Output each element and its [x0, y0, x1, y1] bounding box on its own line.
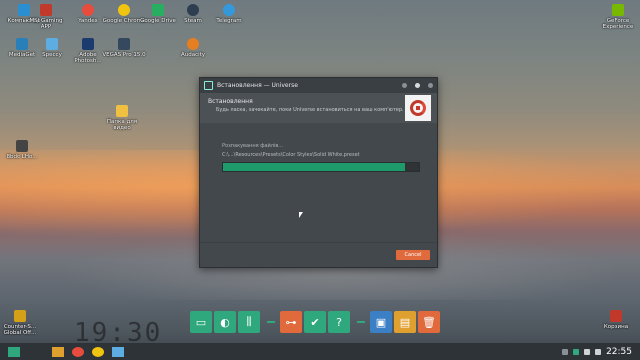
start-button[interactable] — [8, 346, 20, 357]
gamepad-icon: ⊶ — [285, 315, 297, 329]
desktop-icon-telegram[interactable]: Telegram — [207, 4, 251, 24]
close-button[interactable] — [428, 83, 433, 88]
dock-separator — [267, 321, 275, 323]
desktop-icon-video-folder[interactable]: Папка для видео — [100, 105, 144, 131]
folder-icon — [116, 105, 128, 117]
file-path-text: C:\...\Resources\Presets\Color Styles\So… — [222, 152, 360, 158]
tray-up-arrow-icon[interactable] — [562, 348, 569, 355]
yandex-icon — [82, 4, 94, 16]
desktop-icon-geforce[interactable]: GeForce Experience — [596, 4, 640, 30]
dock: ▭ ◐ ⫼ ⊶ ✔ ? ▣ ▤ 🗑 — [190, 309, 442, 335]
taskbar-chrome-button[interactable] — [92, 346, 104, 357]
monitor-icon: ▭ — [195, 315, 207, 329]
desktop-icon-msi[interactable]: MSI Gaming APP — [24, 4, 68, 30]
dock-trash-button[interactable]: 🗑 — [418, 311, 440, 333]
installer-body: Розпакування файлів... C:\...\Resources\… — [200, 123, 437, 172]
drive-icon — [152, 4, 164, 16]
help-icon: ? — [336, 315, 342, 329]
dock-sliders-button[interactable]: ⫼ — [238, 311, 260, 333]
desktop-icon-audacity[interactable]: Audacity — [171, 38, 215, 58]
dock-monitor-button[interactable]: ▭ — [190, 311, 212, 333]
maximize-button[interactable] — [415, 83, 420, 88]
footer-divider — [200, 242, 437, 243]
check-icon: ✔ — [310, 315, 320, 329]
progress-bar — [222, 162, 420, 172]
network-icon[interactable] — [573, 348, 580, 355]
sliders-icon: ⫼ — [246, 315, 252, 328]
dock-globe-button[interactable]: ◐ — [214, 311, 236, 333]
installer-header: Встановлення Будь ласка, зачекайте, поки… — [200, 93, 437, 123]
desktop-icon-recycle-bin[interactable]: Корзина — [594, 310, 638, 330]
installer-window[interactable]: Встановлення — Universe Встановлення Буд… — [199, 77, 438, 268]
dock-check-button[interactable]: ✔ — [304, 311, 326, 333]
window-title: Встановлення — Universe — [217, 82, 298, 89]
minimize-button[interactable] — [402, 83, 407, 88]
msi-icon — [40, 4, 52, 16]
geforce-icon — [612, 4, 624, 16]
steam-icon — [187, 4, 199, 16]
chrome-icon — [118, 4, 130, 16]
mediaget-icon — [16, 38, 28, 50]
taskbar-explorer-button[interactable] — [52, 346, 64, 357]
trash-icon: 🗑 — [422, 315, 436, 329]
dock-help-button[interactable]: ? — [328, 311, 350, 333]
folder-icon: ▤ — [399, 315, 411, 329]
recycle-bin-icon — [610, 310, 622, 322]
universe-logo — [405, 95, 431, 121]
speccy-icon — [46, 38, 58, 50]
header-subtitle: Будь ласка, зачекайте, поки Universe вст… — [216, 107, 404, 113]
header-title: Встановлення — [208, 98, 253, 105]
window-icon: ▣ — [375, 315, 387, 329]
dock-gamepad-button[interactable]: ⊶ — [280, 311, 302, 333]
vegas-icon — [118, 38, 130, 50]
dock-window-button[interactable]: ▣ — [370, 311, 392, 333]
cancel-button[interactable]: Cancel — [396, 250, 430, 260]
taskbar-clock[interactable]: 22:55 — [606, 347, 632, 357]
csgo-icon — [14, 310, 26, 322]
audacity-icon — [187, 38, 199, 50]
photoshop-icon — [82, 38, 94, 50]
volume-icon[interactable] — [584, 348, 591, 355]
status-text: Розпакування файлів... — [222, 143, 284, 149]
logo-ring-icon — [410, 100, 426, 116]
desktop-icon-csgo[interactable]: Counter-S... Global Off... — [0, 310, 42, 336]
desktop-icon-vegas[interactable]: VEGAS Pro 15.0 — [102, 38, 146, 58]
taskbar: 22:55 — [0, 343, 640, 360]
mouse-cursor-icon — [299, 212, 303, 218]
progress-bar-fill — [223, 163, 406, 171]
system-tray: 22:55 — [562, 347, 640, 357]
taskbar-installer-button[interactable] — [112, 346, 124, 357]
dock-separator — [357, 321, 365, 323]
taskbar-yandex-button[interactable] — [72, 346, 84, 357]
installer-titlebar[interactable]: Встановлення — Universe — [200, 78, 437, 93]
installer-app-icon — [204, 81, 213, 90]
telegram-icon — [223, 4, 235, 16]
keyboard-layout-icon[interactable] — [595, 348, 602, 355]
file-icon — [16, 140, 28, 152]
dock-folder-button[interactable]: ▤ — [394, 311, 416, 333]
desktop-icon-file[interactable]: 8bdc LHo... — [0, 140, 44, 160]
globe-icon: ◐ — [220, 315, 230, 329]
